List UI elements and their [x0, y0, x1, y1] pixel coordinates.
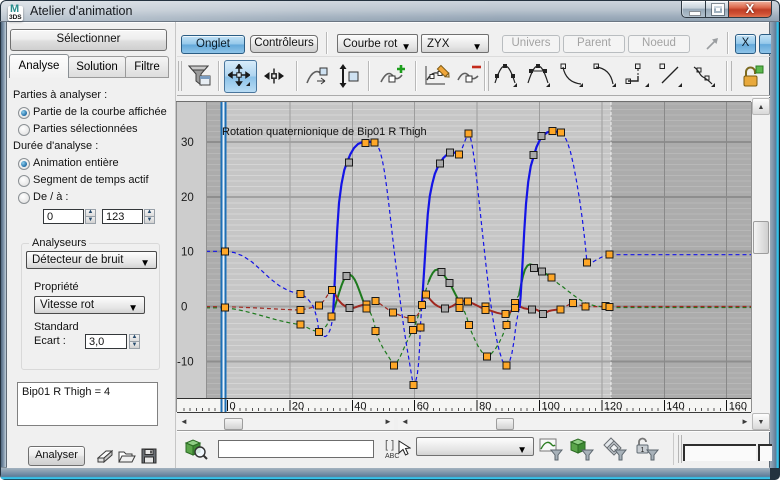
svg-text:20: 20: [181, 192, 194, 204]
svg-text:Rotation quaternionique de Bip: Rotation quaternionique de Bip01 R Thigh: [222, 126, 427, 138]
svg-text:0: 0: [230, 401, 236, 413]
svg-text:160: 160: [729, 401, 747, 413]
svg-text:20: 20: [292, 401, 304, 413]
svg-text:0: 0: [181, 302, 187, 314]
svg-text:100: 100: [542, 401, 560, 413]
svg-text:[ ]: [ ]: [385, 439, 394, 451]
svg-text:120: 120: [604, 401, 622, 413]
svg-text:30: 30: [181, 137, 194, 149]
svg-text:10: 10: [181, 247, 194, 259]
svg-text:40: 40: [354, 401, 366, 413]
svg-text:60: 60: [417, 401, 429, 413]
svg-text:80: 80: [479, 401, 491, 413]
svg-text:-10: -10: [177, 356, 194, 368]
svg-text:140: 140: [666, 401, 684, 413]
svg-text:1: 1: [641, 447, 645, 454]
svg-text:ABC: ABC: [385, 453, 399, 460]
